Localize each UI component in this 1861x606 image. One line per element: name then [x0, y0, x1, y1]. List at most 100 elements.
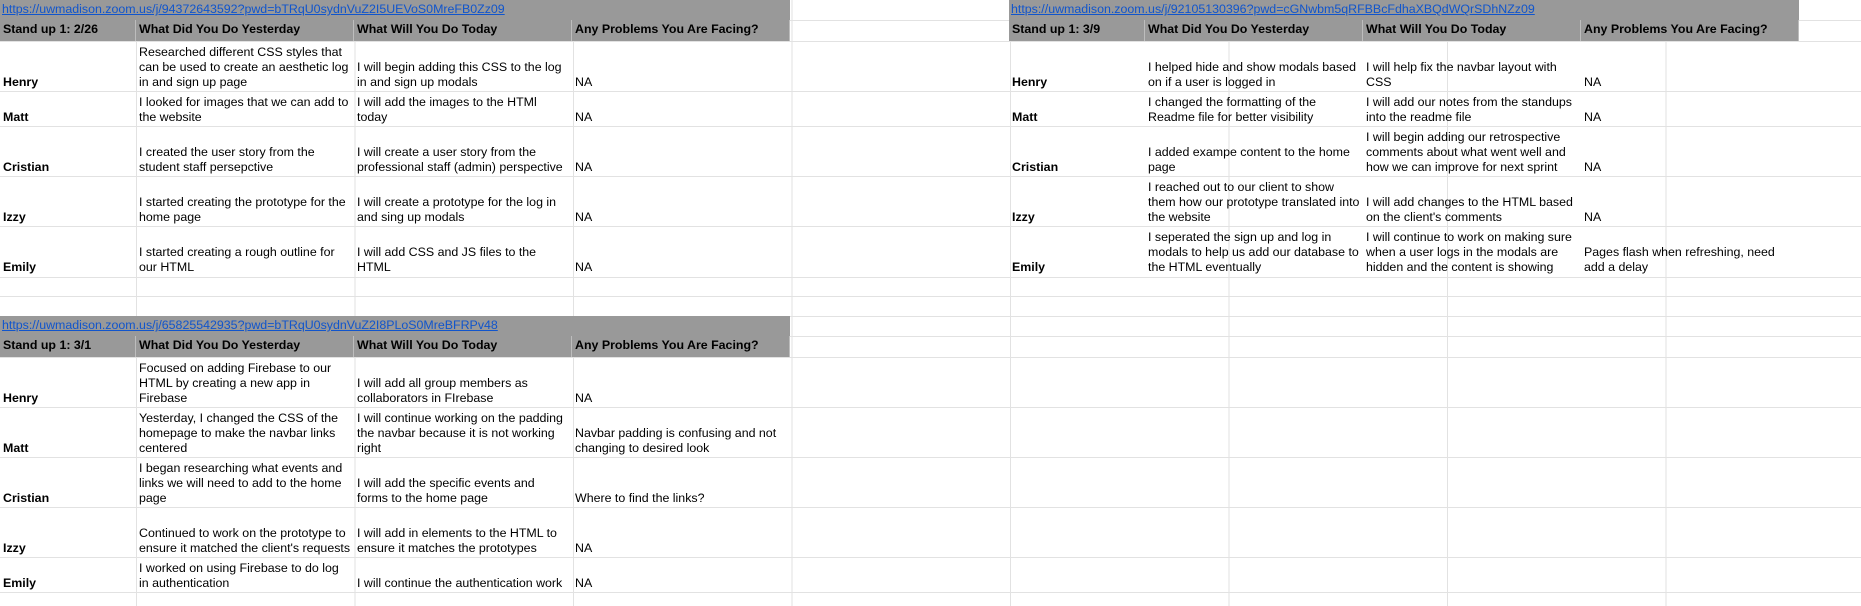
problems-cell[interactable]: NA: [572, 507, 790, 557]
today-cell-text: I will create a prototype for the log in…: [357, 195, 557, 224]
member-name-cell[interactable]: Matt: [0, 407, 136, 457]
today-cell[interactable]: I will begin adding this CSS to the log …: [354, 41, 572, 91]
zoom-meeting-link[interactable]: https://uwmadison.zoom.us/j/92105130396?…: [1011, 2, 1535, 16]
member-name-cell-text: Henry: [3, 75, 39, 89]
today-cell[interactable]: I will help fix the navbar layout with C…: [1363, 41, 1581, 91]
grid-row-line: [0, 592, 1861, 593]
column-header[interactable]: Any Problems You Are Facing?: [572, 336, 790, 357]
today-cell-text: I will add the images to the HTMl today: [357, 95, 537, 124]
member-name-cell[interactable]: Cristian: [0, 126, 136, 176]
problems-cell[interactable]: Pages flash when refreshing, need add a …: [1581, 226, 1799, 276]
member-name-cell[interactable]: Emily: [0, 226, 136, 276]
yesterday-cell[interactable]: I started creating a rough outline for o…: [136, 226, 354, 276]
problems-cell[interactable]: NA: [572, 126, 790, 176]
problems-cell[interactable]: NA: [1581, 41, 1799, 91]
zoom-meeting-link[interactable]: https://uwmadison.zoom.us/j/65825542935?…: [2, 318, 498, 332]
member-name-cell-text: Cristian: [3, 491, 50, 505]
yesterday-cell[interactable]: Focused on adding Firebase to our HTML b…: [136, 357, 354, 407]
member-name-cell[interactable]: Izzy: [0, 507, 136, 557]
member-name-cell-text: Matt: [3, 110, 29, 124]
problems-cell[interactable]: NA: [1581, 91, 1799, 126]
standup-date-header-text: Stand up 1: 3/9: [1012, 22, 1101, 36]
problems-cell-text: Pages flash when refreshing, need add a …: [1584, 245, 1775, 274]
yesterday-cell[interactable]: I reached out to our client to show them…: [1145, 176, 1363, 226]
member-name-cell[interactable]: Matt: [1009, 91, 1145, 126]
member-name-cell[interactable]: Henry: [1009, 41, 1145, 91]
member-name-cell[interactable]: Izzy: [1009, 176, 1145, 226]
yesterday-cell-text: I started creating a rough outline for o…: [139, 245, 335, 274]
column-header-text: Any Problems You Are Facing?: [575, 338, 759, 352]
today-cell[interactable]: I will continue the authentication work: [354, 557, 572, 592]
yesterday-cell[interactable]: I worked on using Firebase to do log in …: [136, 557, 354, 592]
problems-cell-text: NA: [575, 576, 593, 590]
yesterday-cell[interactable]: Yesterday, I changed the CSS of the home…: [136, 407, 354, 457]
standup-date-header[interactable]: Stand up 1: 3/1: [0, 336, 136, 357]
column-header[interactable]: What Will You Do Today: [1363, 20, 1581, 41]
yesterday-cell[interactable]: Researched different CSS styles that can…: [136, 41, 354, 91]
column-header[interactable]: What Did You Do Yesterday: [136, 336, 354, 357]
problems-cell[interactable]: NA: [572, 357, 790, 407]
member-name-cell-text: Cristian: [1012, 160, 1059, 174]
problems-cell-text: NA: [575, 210, 593, 224]
today-cell[interactable]: I will add our notes from the standups i…: [1363, 91, 1581, 126]
yesterday-cell-text: I reached out to our client to show them…: [1148, 180, 1360, 224]
problems-cell[interactable]: Navbar padding is confusing and not chan…: [572, 407, 790, 457]
yesterday-cell-text: I looked for images that we can add to t…: [139, 95, 349, 124]
member-name-cell[interactable]: Emily: [1009, 226, 1145, 276]
member-name-cell[interactable]: Emily: [0, 557, 136, 592]
member-name-cell[interactable]: Cristian: [0, 457, 136, 507]
today-cell[interactable]: I will continue to work on making sure w…: [1363, 226, 1581, 276]
member-name-cell-text: Emily: [1012, 260, 1046, 274]
today-cell-text: I will help fix the navbar layout with C…: [1366, 60, 1557, 89]
column-header[interactable]: What Will You Do Today: [354, 20, 572, 41]
column-header[interactable]: What Did You Do Yesterday: [1145, 20, 1363, 41]
standup-date-header[interactable]: Stand up 1: 3/9: [1009, 20, 1145, 41]
member-name-cell[interactable]: Cristian: [1009, 126, 1145, 176]
yesterday-cell[interactable]: I started creating the prototype for the…: [136, 176, 354, 226]
today-cell[interactable]: I will create a user story from the prof…: [354, 126, 572, 176]
problems-cell[interactable]: NA: [572, 176, 790, 226]
column-header[interactable]: What Will You Do Today: [354, 336, 572, 357]
today-cell[interactable]: I will add CSS and JS files to the HTML: [354, 226, 572, 276]
member-name-cell[interactable]: Matt: [0, 91, 136, 126]
member-name-cell[interactable]: Henry: [0, 357, 136, 407]
today-cell[interactable]: I will begin adding our retrospective co…: [1363, 126, 1581, 176]
column-header[interactable]: Any Problems You Are Facing?: [572, 20, 790, 41]
yesterday-cell[interactable]: I looked for images that we can add to t…: [136, 91, 354, 126]
today-cell[interactable]: I will add the images to the HTMl today: [354, 91, 572, 126]
problems-cell[interactable]: NA: [1581, 176, 1799, 226]
member-name-cell[interactable]: Izzy: [0, 176, 136, 226]
yesterday-cell[interactable]: I seperated the sign up and log in modal…: [1145, 226, 1363, 276]
problems-cell-text: NA: [575, 260, 593, 274]
today-cell[interactable]: I will add the specific events and forms…: [354, 457, 572, 507]
zoom-meeting-link[interactable]: https://uwmadison.zoom.us/j/94372643592?…: [2, 2, 505, 16]
yesterday-cell[interactable]: I began researching what events and link…: [136, 457, 354, 507]
today-cell[interactable]: I will create a prototype for the log in…: [354, 176, 572, 226]
yesterday-cell-text: Focused on adding Firebase to our HTML b…: [139, 361, 332, 405]
yesterday-cell[interactable]: I created the user story from the studen…: [136, 126, 354, 176]
yesterday-cell[interactable]: I helped hide and show modals based on i…: [1145, 41, 1363, 91]
problems-cell[interactable]: NA: [572, 226, 790, 276]
today-cell-text: I will continue to work on making sure w…: [1366, 230, 1572, 274]
problems-cell[interactable]: NA: [572, 91, 790, 126]
column-header-text: What Did You Do Yesterday: [139, 22, 301, 36]
problems-cell[interactable]: NA: [1581, 126, 1799, 176]
member-name-cell-text: Henry: [1012, 75, 1048, 89]
yesterday-cell-text: Continued to work on the prototype to en…: [139, 526, 351, 555]
today-cell[interactable]: I will add changes to the HTML based on …: [1363, 176, 1581, 226]
spreadsheet-grid[interactable]: https://uwmadison.zoom.us/j/94372643592?…: [0, 0, 1861, 606]
problems-cell[interactable]: NA: [572, 557, 790, 592]
yesterday-cell[interactable]: I added exampe content to the home page: [1145, 126, 1363, 176]
problems-cell[interactable]: Where to find the links?: [572, 457, 790, 507]
today-cell-text: I will add the specific events and forms…: [357, 476, 535, 505]
today-cell[interactable]: I will add all group members as collabor…: [354, 357, 572, 407]
problems-cell[interactable]: NA: [572, 41, 790, 91]
yesterday-cell[interactable]: I changed the formatting of the Readme f…: [1145, 91, 1363, 126]
today-cell[interactable]: I will continue working on the padding t…: [354, 407, 572, 457]
today-cell[interactable]: I will add in elements to the HTML to en…: [354, 507, 572, 557]
column-header[interactable]: What Did You Do Yesterday: [136, 20, 354, 41]
yesterday-cell[interactable]: Continued to work on the prototype to en…: [136, 507, 354, 557]
standup-date-header[interactable]: Stand up 1: 2/26: [0, 20, 136, 41]
member-name-cell[interactable]: Henry: [0, 41, 136, 91]
column-header[interactable]: Any Problems You Are Facing?: [1581, 20, 1799, 41]
